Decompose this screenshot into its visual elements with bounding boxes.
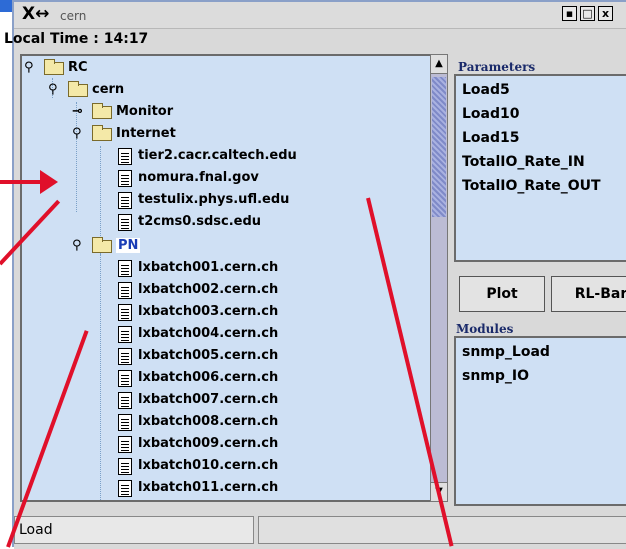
document-icon [118, 326, 132, 343]
corner-accent [0, 0, 12, 12]
folder-open-icon [92, 237, 112, 253]
document-icon [118, 458, 132, 475]
document-icon [118, 436, 132, 453]
folder-open-icon [92, 125, 112, 141]
document-icon [118, 192, 132, 209]
status-bar: Load [14, 514, 626, 549]
folder-icon [92, 103, 112, 119]
title-bar: X↔ cern ▪ □ x [14, 2, 626, 29]
parameter-item[interactable]: Load10 [462, 106, 520, 122]
parameter-item[interactable]: Load5 [462, 82, 510, 98]
document-icon [118, 480, 132, 497]
parameters-heading: Parameters [458, 60, 536, 74]
plot-button[interactable]: Plot [459, 276, 545, 312]
scroll-up-arrow-icon[interactable]: ▲ [431, 55, 447, 74]
app-logo-icon: X↔ [22, 4, 50, 24]
document-icon [118, 260, 132, 277]
maximize-button[interactable]: □ [580, 6, 595, 21]
minimize-button[interactable]: ▪ [562, 6, 577, 21]
collapsed-toggle-icon[interactable]: ⊸ [72, 104, 83, 119]
window-title: cern [60, 9, 87, 23]
tree-guide [100, 254, 101, 500]
tree-scrollbar[interactable]: ▲ ▼ [430, 54, 448, 502]
status-progress [258, 516, 626, 544]
parameter-item[interactable]: TotalIO_Rate_IN [462, 154, 585, 170]
annotation-arrow-head-icon [40, 170, 58, 194]
modules-list[interactable]: snmp_Load snmp_IO [454, 336, 626, 506]
parameter-item[interactable]: Load15 [462, 130, 520, 146]
close-button[interactable]: x [598, 6, 613, 21]
status-text: Load [14, 516, 254, 544]
document-icon [118, 170, 132, 187]
scroll-thumb[interactable] [432, 77, 446, 217]
expanded-toggle-icon[interactable]: ⚲ [24, 60, 34, 75]
modules-heading: Modules [456, 322, 514, 336]
parameter-item[interactable]: TotalIO_Rate_OUT [462, 178, 601, 194]
folder-open-icon [68, 81, 88, 97]
expanded-toggle-icon[interactable]: ⚲ [72, 126, 82, 141]
parameters-list[interactable]: Load5 Load10 Load15 TotalIO_Rate_IN Tota… [454, 74, 626, 262]
document-icon [118, 282, 132, 299]
host-tree[interactable]: ⚲ RC ⚲ cern ⊸ Monitor ⚲ Internet tier2.c… [20, 54, 432, 502]
document-icon [118, 148, 132, 165]
app-window: X↔ cern ▪ □ x Local Time : 14:17 ⚲ RC ⚲ … [4, 0, 626, 549]
document-icon [118, 370, 132, 387]
document-icon [118, 348, 132, 365]
module-item[interactable]: snmp_Load [462, 344, 550, 360]
document-icon [118, 414, 132, 431]
folder-icon [44, 59, 64, 75]
local-time-label: Local Time : 14:17 [4, 31, 149, 47]
document-icon [118, 214, 132, 231]
document-icon [118, 304, 132, 321]
rl-bar-button[interactable]: RL-Bar [551, 276, 626, 312]
expanded-toggle-icon[interactable]: ⚲ [48, 82, 58, 97]
expanded-toggle-icon[interactable]: ⚲ [72, 238, 82, 253]
annotation-arrow-shaft [0, 180, 44, 184]
selected-label: PN [116, 238, 141, 253]
module-item[interactable]: snmp_IO [462, 368, 529, 384]
document-icon [118, 392, 132, 409]
